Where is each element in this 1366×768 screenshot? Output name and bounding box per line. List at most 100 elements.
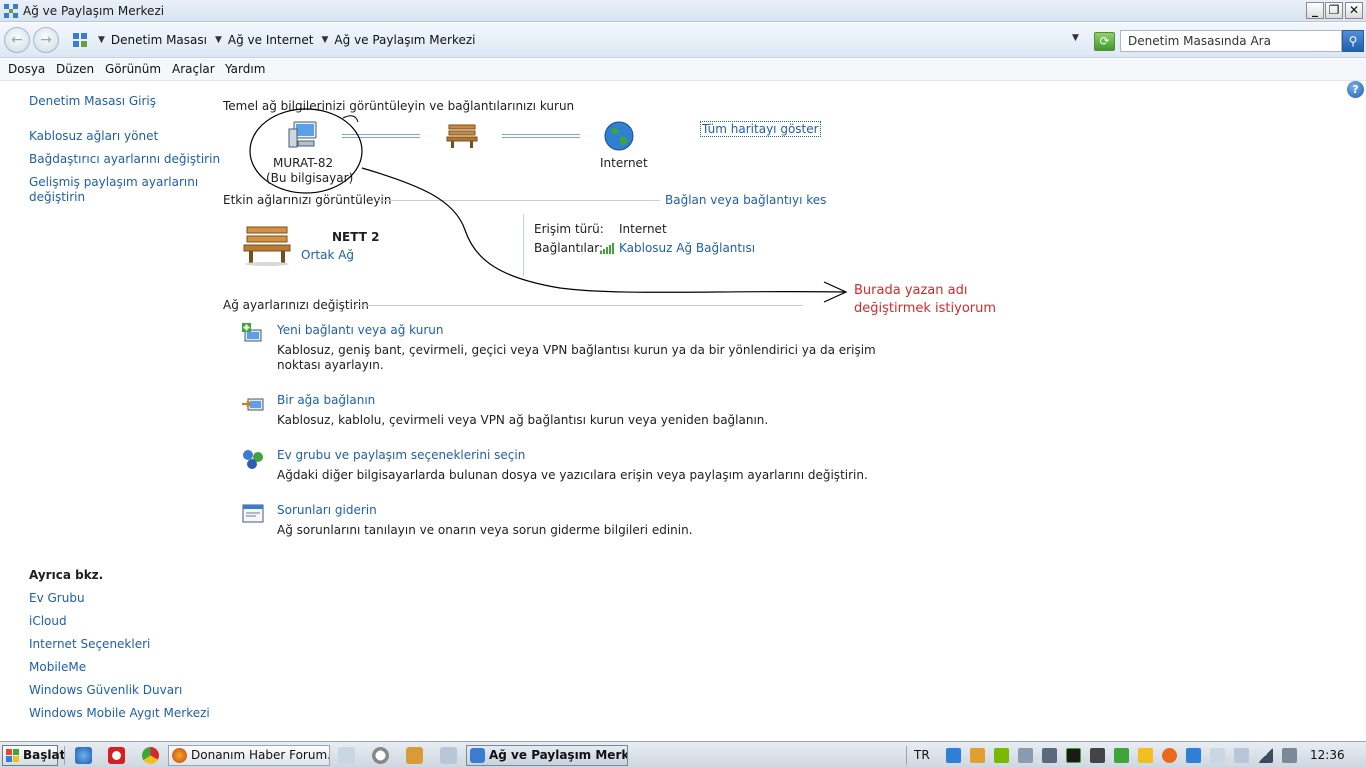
link-mobile-device-center[interactable]: Windows Mobile Aygıt Merkezi (29, 706, 210, 721)
task-homegroup-link[interactable]: Ev grubu ve paylaşım seçeneklerini seçin (277, 448, 525, 462)
task-new-connection-desc: Kablosuz, geniş bant, çevirmeli, geçici … (277, 343, 876, 357)
tray-icon[interactable] (1066, 748, 1081, 763)
taskbar-firefox[interactable]: Donanım Haber Forum... (168, 745, 330, 766)
minimize-button[interactable]: _ (1306, 2, 1324, 19)
search-input[interactable]: Denetim Masasında Ara (1120, 30, 1342, 52)
link-icloud[interactable]: iCloud (29, 614, 67, 629)
network-type-link[interactable]: Ortak Ağ (301, 248, 354, 262)
close-button[interactable]: ✕ (1345, 2, 1363, 19)
link-firewall[interactable]: Windows Güvenlik Duvarı (29, 683, 182, 698)
network-center-icon (4, 4, 18, 18)
refresh-button[interactable]: ⟳ (1094, 32, 1115, 51)
app-icon[interactable] (406, 747, 423, 764)
link-advanced-sharing-2[interactable]: değiştirin (29, 190, 85, 205)
link-adapter-settings[interactable]: Bağdaştırıcı ayarlarını değiştirin (29, 152, 220, 167)
opera-icon[interactable] (108, 747, 125, 764)
chevron-down-icon[interactable]: ▼ (215, 35, 222, 45)
access-type-value: Internet (619, 222, 667, 236)
windows-flag-icon (6, 749, 19, 762)
taskbar-network-center[interactable]: Ağ ve Paylaşım Merkezi (466, 745, 628, 766)
app-icon[interactable] (440, 747, 457, 764)
annotation-note: Burada yazan adı değiştirmek istiyorum (854, 282, 996, 318)
tray-icon[interactable] (1114, 748, 1129, 763)
app-icon[interactable] (372, 747, 389, 764)
tray-icon[interactable] (946, 748, 961, 763)
bench-icon[interactable] (446, 123, 478, 149)
language-indicator[interactable]: TR (914, 748, 930, 762)
globe-icon[interactable] (603, 120, 635, 152)
tray-icon[interactable] (1042, 748, 1057, 763)
link-homegroup[interactable]: Ev Grubu (29, 591, 85, 606)
link-advanced-sharing[interactable]: Gelişmiş paylaşım ayarlarını (29, 175, 198, 190)
hand-drawn-annotation (249, 108, 848, 303)
crumb-network-internet[interactable]: Ağ ve Internet (228, 33, 314, 47)
connection-line (502, 134, 580, 138)
volume-icon[interactable] (1282, 748, 1297, 763)
connections-label: Bağlantılar: (534, 241, 603, 255)
connection-line (342, 134, 420, 138)
annotation-line-1: Burada yazan adı (854, 283, 968, 298)
link-manage-wireless[interactable]: Kablosuz ağları yönet (29, 129, 158, 144)
task-troubleshoot-link[interactable]: Sorunları giderin (277, 503, 377, 517)
menu-help[interactable]: Yardım (225, 62, 265, 76)
forward-button[interactable]: → (33, 27, 59, 53)
menu-file[interactable]: Dosya (8, 62, 45, 76)
task-new-connection-desc-2: noktası ayarlayın. (277, 358, 384, 372)
clock[interactable]: 12:36 (1310, 748, 1345, 762)
signal-icon[interactable] (1258, 748, 1273, 763)
crumb-network-center[interactable]: Ağ ve Paylaşım Merkezi (334, 33, 475, 47)
new-connection-icon[interactable] (241, 322, 265, 346)
computer-name: MURAT-82 (273, 156, 334, 170)
app-icon[interactable] (338, 747, 355, 764)
task-homegroup-desc: Ağdaki diğer bilgisayarlarda bulunan dos… (277, 468, 868, 482)
task-connect-network-link[interactable]: Bir ağa bağlanın (277, 393, 375, 407)
tray-icon[interactable] (1234, 748, 1249, 763)
internet-label: Internet (600, 156, 648, 170)
flag-icon[interactable] (1210, 748, 1225, 763)
help-icon[interactable]: ? (1347, 81, 1364, 98)
vertical-divider (523, 214, 524, 276)
chevron-down-icon[interactable]: ▼ (98, 35, 105, 45)
task-new-connection-link[interactable]: Yeni bağlantı veya ağ kurun (277, 323, 443, 337)
troubleshoot-icon[interactable] (241, 502, 265, 526)
section-divider (354, 305, 803, 306)
back-button[interactable]: ← (4, 27, 30, 53)
computer-icon[interactable] (286, 119, 320, 151)
address-dropdown-icon[interactable]: ▼ (1072, 33, 1079, 43)
chrome-icon[interactable] (142, 747, 159, 764)
link-internet-options[interactable]: Internet Seçenekleri (29, 637, 150, 652)
ie-icon[interactable] (75, 747, 92, 764)
title-bar: Ağ ve Paylaşım Merkezi _ ❐ ✕ (0, 0, 1366, 22)
menu-bar: Dosya Düzen Görünüm Araçlar Yardım (0, 59, 1366, 81)
taskbar-separator (906, 746, 907, 765)
tray-icon[interactable] (1186, 748, 1201, 763)
tray-icon[interactable] (1162, 748, 1177, 763)
task-connect-network-desc: Kablosuz, kablolu, çevirmeli veya VPN ağ… (277, 413, 769, 427)
tray-icon[interactable] (970, 748, 985, 763)
link-control-panel-home[interactable]: Denetim Masası Giriş (29, 94, 156, 109)
tray-icon[interactable] (1138, 748, 1153, 763)
full-map-link[interactable]: Tüm haritayı göster (700, 121, 821, 137)
nvidia-icon[interactable] (994, 748, 1009, 763)
wifi-signal-icon (600, 243, 614, 254)
start-button[interactable]: Başlat (2, 745, 65, 766)
change-settings-heading: Ağ ayarlarınızı değiştirin (223, 298, 369, 312)
public-network-bench-icon[interactable] (242, 224, 292, 266)
wireless-connection-link[interactable]: Kablosuz Ağ Bağlantısı (619, 241, 755, 255)
connect-disconnect-link[interactable]: Bağlan veya bağlantıyı kes (665, 193, 826, 207)
tray-icon[interactable] (1018, 748, 1033, 763)
search-icon[interactable]: ⚲ (1342, 30, 1364, 52)
menu-edit[interactable]: Düzen (56, 62, 94, 76)
menu-tools[interactable]: Araçlar (172, 62, 215, 76)
breadcrumb: ▼ Denetim Masası ▼ Ağ ve Internet ▼ Ağ v… (72, 29, 1084, 51)
restore-button[interactable]: ❐ (1325, 2, 1343, 19)
address-bar: ← → ▼ Denetim Masası ▼ Ağ ve Internet ▼ … (0, 23, 1366, 58)
menu-view[interactable]: Görünüm (105, 62, 161, 76)
tray-icon[interactable] (1090, 748, 1105, 763)
chevron-down-icon[interactable]: ▼ (322, 35, 329, 45)
connect-network-icon[interactable] (241, 392, 265, 416)
link-mobileme[interactable]: MobileMe (29, 660, 86, 675)
homegroup-icon[interactable] (241, 447, 265, 471)
basic-info-heading: Temel ağ bilgilerinizi görüntüleyin ve b… (223, 99, 575, 113)
crumb-control-panel[interactable]: Denetim Masası (111, 33, 207, 47)
